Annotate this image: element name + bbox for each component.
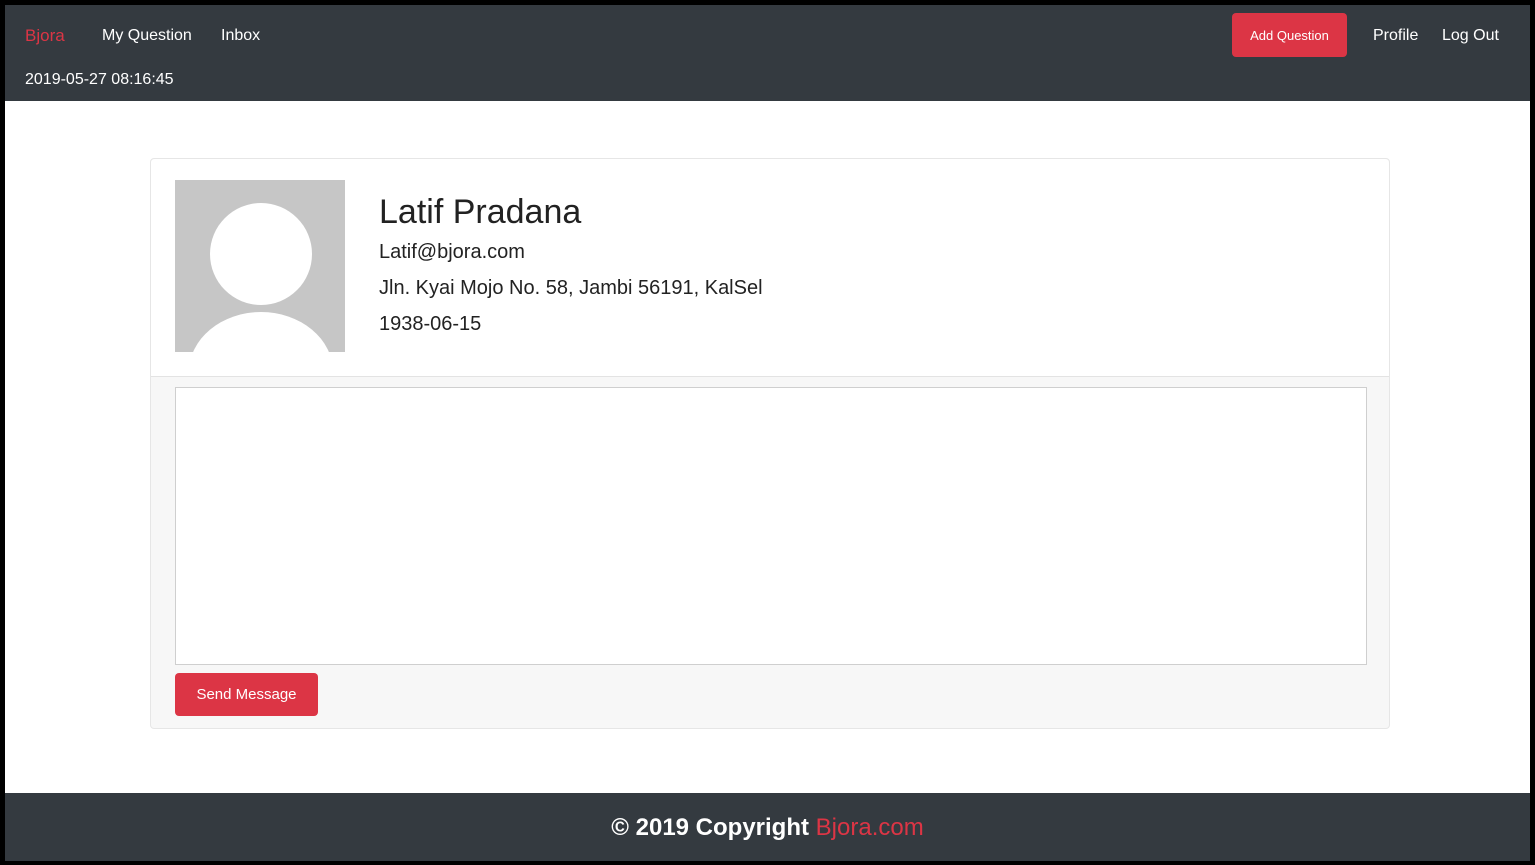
default-user-avatar-icon [175,180,345,352]
profile-birthdate: 1938-06-15 [379,313,482,335]
avatar-body-shape [189,312,333,352]
profile-card: Latif Pradana Latif@bjora.com Jln. Kyai … [150,158,1390,729]
page-frame: Bjora My Question Inbox 2019-05-27 08:16… [5,5,1530,861]
nav-logout[interactable]: Log Out [1442,27,1499,45]
profile-email: Latif@bjora.com [379,241,525,263]
footer-copyright: © 2019 Copyright [611,814,809,841]
avatar-head-shape [210,203,312,305]
page-footer: © 2019 Copyright Bjora.com [5,793,1530,861]
send-message-button[interactable]: Send Message [175,673,318,716]
current-datetime: 2019-05-27 08:16:45 [25,71,174,88]
add-question-button[interactable]: Add Question [1232,13,1347,57]
message-textarea[interactable] [175,387,1367,665]
nav-my-question[interactable]: My Question [102,27,192,45]
top-navbar: Bjora My Question Inbox 2019-05-27 08:16… [5,5,1530,101]
footer-brand-link[interactable]: Bjora.com [816,814,924,841]
brand-link[interactable]: Bjora [25,26,65,46]
nav-profile[interactable]: Profile [1373,27,1418,45]
nav-inbox[interactable]: Inbox [221,27,260,45]
profile-name: Latif Pradana [379,193,582,231]
profile-header: Latif Pradana Latif@bjora.com Jln. Kyai … [151,159,1389,377]
profile-address: Jln. Kyai Mojo No. 58, Jambi 56191, KalS… [379,277,763,299]
